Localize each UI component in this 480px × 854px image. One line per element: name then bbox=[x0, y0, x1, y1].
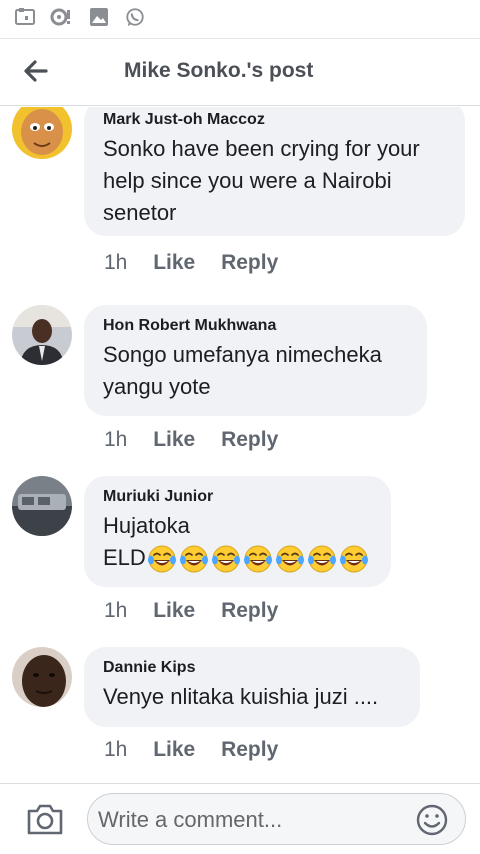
avatar[interactable] bbox=[12, 107, 72, 159]
smiley-icon[interactable] bbox=[415, 803, 449, 837]
tears-of-joy-emoji-icon bbox=[243, 545, 272, 573]
whatsapp-icon bbox=[126, 8, 144, 27]
like-button[interactable]: Like bbox=[153, 251, 195, 274]
avatar[interactable] bbox=[12, 305, 72, 365]
emoji-row bbox=[147, 544, 369, 574]
comment-time: 1h bbox=[104, 428, 128, 451]
comment-input[interactable]: Write a comment... bbox=[87, 793, 466, 845]
comment-author[interactable]: Hon Robert Mukhwana bbox=[103, 315, 409, 337]
comment-actions: 1h Like Reply bbox=[104, 738, 298, 762]
vpn-key-icon bbox=[50, 8, 70, 26]
comment-actions: 1h Like Reply bbox=[104, 251, 298, 275]
like-button[interactable]: Like bbox=[153, 599, 195, 622]
comment-author[interactable]: Dannie Kips bbox=[103, 657, 402, 679]
reply-button[interactable]: Reply bbox=[221, 738, 278, 761]
comment-text: Venye nlitaka kuishia juzi .... bbox=[103, 684, 379, 709]
camera-icon[interactable] bbox=[26, 802, 64, 836]
avatar[interactable] bbox=[12, 476, 72, 536]
tears-of-joy-emoji-icon bbox=[307, 545, 336, 573]
tears-of-joy-emoji-icon bbox=[275, 545, 304, 573]
comment-bubble[interactable]: Muriuki Junior Hujatoka ELD bbox=[84, 476, 391, 587]
comment-bubble[interactable]: Hon Robert Mukhwana Songo umefanya nimec… bbox=[84, 305, 427, 416]
reply-button[interactable]: Reply bbox=[221, 251, 278, 274]
avatar[interactable] bbox=[12, 647, 72, 707]
like-button[interactable]: Like bbox=[153, 428, 195, 451]
page-title: Mike Sonko.'s post bbox=[124, 59, 314, 82]
comment-text: Songo umefanya nimecheka yangu yote bbox=[103, 342, 382, 399]
comment-author[interactable]: Mark Just-oh Maccoz bbox=[103, 109, 447, 131]
comment-author[interactable]: Muriuki Junior bbox=[103, 486, 373, 508]
arrow-left-icon[interactable] bbox=[20, 55, 52, 87]
sim-card-icon bbox=[15, 8, 35, 25]
comment-actions: 1h Like Reply bbox=[104, 428, 298, 452]
comments-list[interactable]: Mark Just-oh Maccoz Sonko have been cryi… bbox=[0, 107, 480, 783]
tears-of-joy-emoji-icon bbox=[211, 545, 240, 573]
comment-text: Sonko have been crying for your help sin… bbox=[103, 136, 420, 225]
comment-bubble[interactable]: Dannie Kips Venye nlitaka kuishia juzi .… bbox=[84, 647, 420, 727]
status-bar bbox=[0, 0, 480, 38]
comment-bubble[interactable]: Mark Just-oh Maccoz Sonko have been cryi… bbox=[84, 107, 465, 236]
reply-button[interactable]: Reply bbox=[221, 428, 278, 451]
comment-input-placeholder: Write a comment... bbox=[98, 807, 283, 832]
comment-composer: Write a comment... bbox=[0, 783, 480, 854]
comment-time: 1h bbox=[104, 251, 128, 274]
comment-time: 1h bbox=[104, 599, 128, 622]
gallery-icon bbox=[90, 8, 108, 26]
comment-time: 1h bbox=[104, 738, 128, 761]
comment-text: Hujatoka ELD bbox=[103, 510, 373, 574]
tears-of-joy-emoji-icon bbox=[179, 545, 208, 573]
post-header: Mike Sonko.'s post bbox=[0, 38, 480, 106]
like-button[interactable]: Like bbox=[153, 738, 195, 761]
reply-button[interactable]: Reply bbox=[221, 599, 278, 622]
comment-actions: 1h Like Reply bbox=[104, 599, 298, 623]
tears-of-joy-emoji-icon bbox=[147, 545, 176, 573]
tears-of-joy-emoji-icon bbox=[339, 545, 368, 573]
